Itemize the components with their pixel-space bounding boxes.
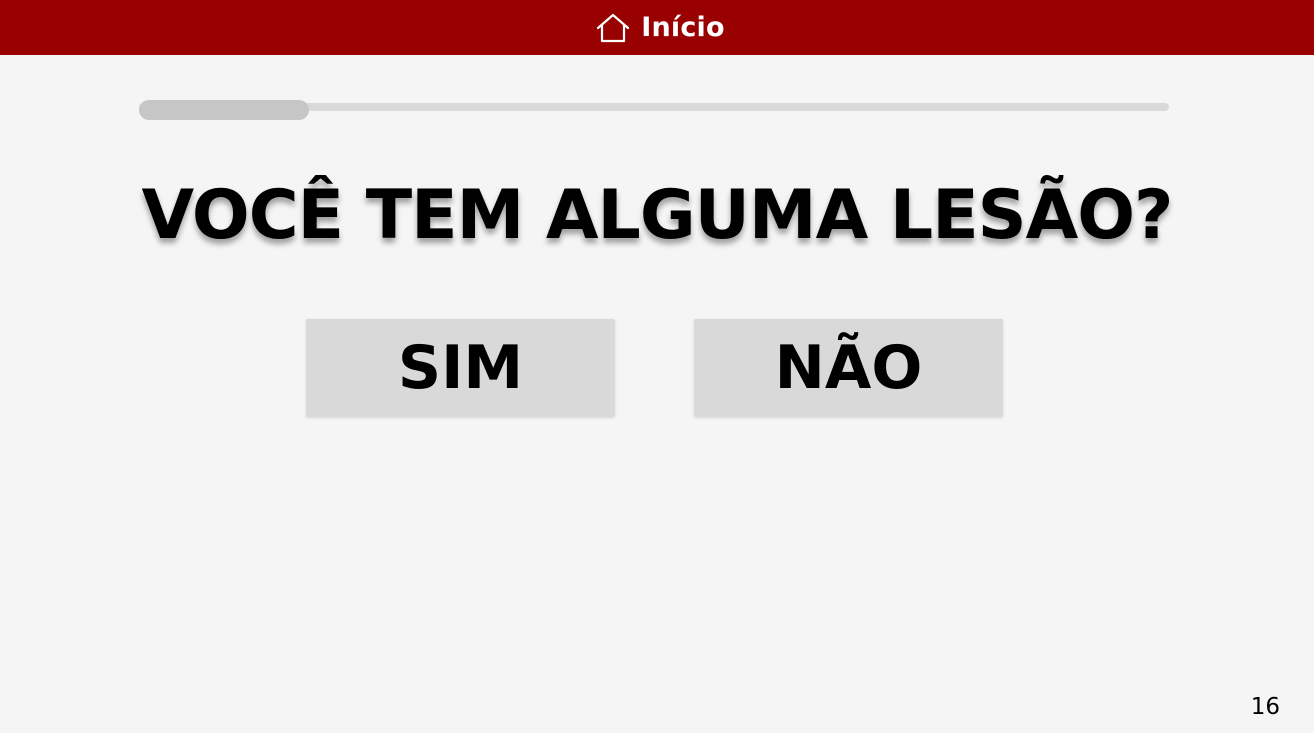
no-button[interactable]: NÃO <box>694 319 1003 417</box>
home-label: Início <box>641 12 725 43</box>
home-link[interactable]: Início <box>595 12 725 44</box>
progress-fill <box>139 100 309 120</box>
top-bar: Início <box>0 0 1314 55</box>
question-title: VOCÊ TEM ALGUMA LESÃO? <box>141 176 1173 255</box>
home-icon <box>597 13 630 42</box>
page-number: 16 <box>1250 694 1280 720</box>
yes-button[interactable]: SIM <box>306 319 615 417</box>
progress-bar <box>139 100 1169 120</box>
